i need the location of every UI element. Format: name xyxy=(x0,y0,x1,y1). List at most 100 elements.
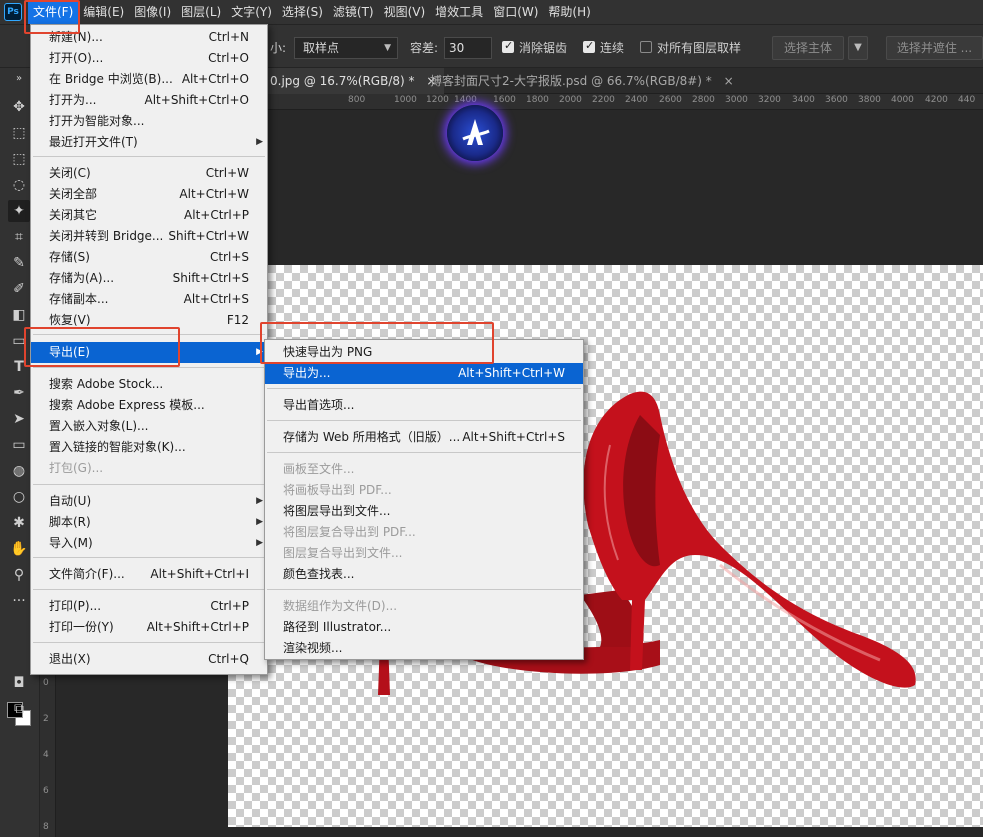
export-menu-item-1[interactable]: 导出为... Alt+Shift+Ctrl+W xyxy=(265,363,583,384)
file-menu-item-20[interactable]: 自动(U) ▶ xyxy=(31,491,267,512)
ruler-tick: 2600 xyxy=(659,95,682,105)
ruler-tick: 800 xyxy=(348,95,366,105)
file-menu-item-16[interactable]: 搜索 Adobe Express 模板... xyxy=(31,395,267,416)
screen-mode-icon[interactable]: ⧉ xyxy=(8,698,30,720)
export-menu-item-6[interactable]: 将图层导出到文件... xyxy=(265,501,583,522)
ellipse-tool-icon[interactable]: ○ xyxy=(8,486,30,508)
tab-document-2-label: 搏客封面尺寸2-大字报版.psd @ 66.7%(RGB/8#) * xyxy=(430,74,712,88)
file-menu-item-4[interactable]: 打开为智能对象... xyxy=(31,111,267,132)
tab-document-1[interactable]: 0.jpg @ 16.7%(RGB/8) * × xyxy=(262,68,445,94)
file-menu-item-8[interactable]: 关闭其它 Alt+Ctrl+P xyxy=(31,205,267,226)
file-menu-item-15[interactable]: 搜索 Adobe Stock... xyxy=(31,374,267,395)
menu-item-label: 打印(P)... xyxy=(49,599,102,613)
menu-filter[interactable]: 滤镜(T) xyxy=(328,0,379,24)
file-menu-item-11[interactable]: 存储为(A)... Shift+Ctrl+S xyxy=(31,268,267,289)
menu-edit[interactable]: 编辑(E) xyxy=(78,0,129,24)
file-menu-item-2[interactable]: 在 Bridge 中浏览(B)... Alt+Ctrl+O xyxy=(31,69,267,90)
hand-tool-icon[interactable]: ✋ xyxy=(8,538,30,560)
lasso-tool-icon[interactable]: ◌ xyxy=(8,174,30,196)
file-menu-item-23[interactable]: 文件简介(F)... Alt+Shift+Ctrl+I xyxy=(31,564,267,585)
menu-image[interactable]: 图像(I) xyxy=(129,0,176,24)
eyedropper-tool-icon[interactable]: ✎ xyxy=(8,252,30,274)
menu-plugins[interactable]: 增效工具 xyxy=(430,0,488,24)
zoom-tool-icon[interactable]: ⚲ xyxy=(8,564,30,586)
file-menu-item-7[interactable]: 关闭全部 Alt+Ctrl+W xyxy=(31,184,267,205)
select-subject-button[interactable]: 选择主体 xyxy=(772,36,844,60)
menu-select[interactable]: 选择(S) xyxy=(277,0,328,24)
crop-tool-icon[interactable]: ⌗ xyxy=(8,226,30,248)
file-menu-item-17[interactable]: 置入嵌入对象(L)... xyxy=(31,416,267,437)
expand-panel-icon[interactable]: » xyxy=(8,68,30,90)
file-menu-item-3[interactable]: 打开为... Alt+Shift+Ctrl+O xyxy=(31,90,267,111)
file-menu-item-26[interactable]: 退出(X) Ctrl+Q xyxy=(31,649,267,670)
magic-wand-tool-icon[interactable]: ✦ xyxy=(8,200,30,222)
menu-separator xyxy=(267,589,581,590)
rectangle-tool-icon[interactable]: ▭ xyxy=(8,434,30,456)
menu-separator xyxy=(33,642,265,643)
menu-item-label: 打包(G)... xyxy=(49,461,104,475)
menu-help[interactable]: 帮助(H) xyxy=(543,0,595,24)
export-menu-item-9[interactable]: 颜色查找表... xyxy=(265,564,583,585)
file-menu-item-24[interactable]: 打印(P)... Ctrl+P xyxy=(31,596,267,617)
antialias-checkbox[interactable] xyxy=(502,39,514,53)
marquee-tool-icon[interactable]: ⬚ xyxy=(8,148,30,170)
ruler-tick: 4 xyxy=(43,750,49,760)
menu-item-label: 脚本(R) xyxy=(49,515,91,529)
file-menu-item-5[interactable]: 最近打开文件(T) ▶ xyxy=(31,132,267,153)
export-menu-item-3[interactable]: 存储为 Web 所用格式（旧版）... Alt+Shift+Ctrl+S xyxy=(265,427,583,448)
eraser-tool-icon[interactable]: ◧ xyxy=(8,304,30,326)
move-tool-icon[interactable]: ✥ xyxy=(8,96,30,118)
menu-item-label: 关闭全部 xyxy=(49,187,98,201)
ruler-tick: 3800 xyxy=(858,95,881,105)
file-menu-item-25[interactable]: 打印一份(Y) Alt+Shift+Ctrl+P xyxy=(31,617,267,638)
path-selection-tool-icon[interactable]: ➤ xyxy=(8,408,30,430)
paint-bucket-tool-icon[interactable]: ◍ xyxy=(8,460,30,482)
menu-layer[interactable]: 图层(L) xyxy=(176,0,226,24)
menu-item-shortcut: Alt+Shift+Ctrl+S xyxy=(462,430,565,444)
chevron-down-icon: ▼ xyxy=(384,43,391,53)
menu-item-shortcut: Alt+Shift+Ctrl+P xyxy=(146,620,249,634)
artboard-tool-icon[interactable]: ⬚ xyxy=(8,122,30,144)
watermark-logo-icon xyxy=(447,105,503,161)
menu-item-label: 退出(X) xyxy=(49,652,91,666)
file-menu-item-9[interactable]: 关闭并转到 Bridge... Shift+Ctrl+W xyxy=(31,226,267,247)
export-menu-item-12[interactable]: 渲染视频... xyxy=(265,638,583,659)
file-menu-item-12[interactable]: 存储副本... Alt+Ctrl+S xyxy=(31,289,267,310)
menu-type[interactable]: 文字(Y) xyxy=(226,0,277,24)
sample-size-label: 小: xyxy=(270,41,287,55)
menu-item-label: 颜色查找表... xyxy=(283,567,355,581)
custom-shape-tool-icon[interactable]: ✱ xyxy=(8,512,30,534)
tolerance-input[interactable]: 30 xyxy=(444,37,492,59)
quick-mask-icon[interactable]: ◘ xyxy=(8,672,30,694)
all-layers-checkbox[interactable] xyxy=(640,41,652,53)
close-icon[interactable]: × xyxy=(724,74,734,88)
antialias-label: 消除锯齿 xyxy=(519,41,568,55)
sample-size-select[interactable]: 取样点 ▼ xyxy=(294,37,398,59)
export-menu-item-11[interactable]: 路径到 Illustrator... xyxy=(265,617,583,638)
menu-item-label: 打开为... xyxy=(49,93,97,107)
file-menu-item-21[interactable]: 脚本(R) ▶ xyxy=(31,512,267,533)
brush-tool-icon[interactable]: ✐ xyxy=(8,278,30,300)
menu-item-shortcut: Alt+Shift+Ctrl+O xyxy=(144,93,249,107)
menu-separator xyxy=(267,388,581,389)
file-menu-item-6[interactable]: 关闭(C) Ctrl+W xyxy=(31,163,267,184)
contiguous-checkbox[interactable] xyxy=(583,39,595,53)
file-menu-item-22[interactable]: 导入(M) ▶ xyxy=(31,533,267,554)
file-menu-item-1[interactable]: 打开(O)... Ctrl+O xyxy=(31,48,267,69)
menu-window[interactable]: 窗口(W) xyxy=(488,0,543,24)
ruler-tick: 1000 xyxy=(394,95,417,105)
menu-item-shortcut: Ctrl+W xyxy=(205,166,249,180)
select-and-mask-button[interactable]: 选择并遮住 ... xyxy=(886,36,983,60)
export-menu-item-2[interactable]: 导出首选项... xyxy=(265,395,583,416)
menu-item-shortcut: Alt+Ctrl+S xyxy=(183,292,249,306)
pen-tool-icon[interactable]: ✒ xyxy=(8,382,30,404)
more-tools-icon[interactable]: ··· xyxy=(8,590,30,612)
select-subject-dropdown-icon[interactable]: ▼ xyxy=(848,36,868,60)
menu-item-label: 搜索 Adobe Stock... xyxy=(49,377,164,391)
tab-document-2[interactable]: 搏客封面尺寸2-大字报版.psd @ 66.7%(RGB/8#) * × xyxy=(422,68,742,94)
file-menu-item-18[interactable]: 置入链接的智能对象(K)... xyxy=(31,437,267,458)
menu-item-label: 存储为(A)... xyxy=(49,271,115,285)
menu-view[interactable]: 视图(V) xyxy=(379,0,431,24)
menu-item-label: 打开为智能对象... xyxy=(49,114,145,128)
file-menu-item-10[interactable]: 存储(S) Ctrl+S xyxy=(31,247,267,268)
